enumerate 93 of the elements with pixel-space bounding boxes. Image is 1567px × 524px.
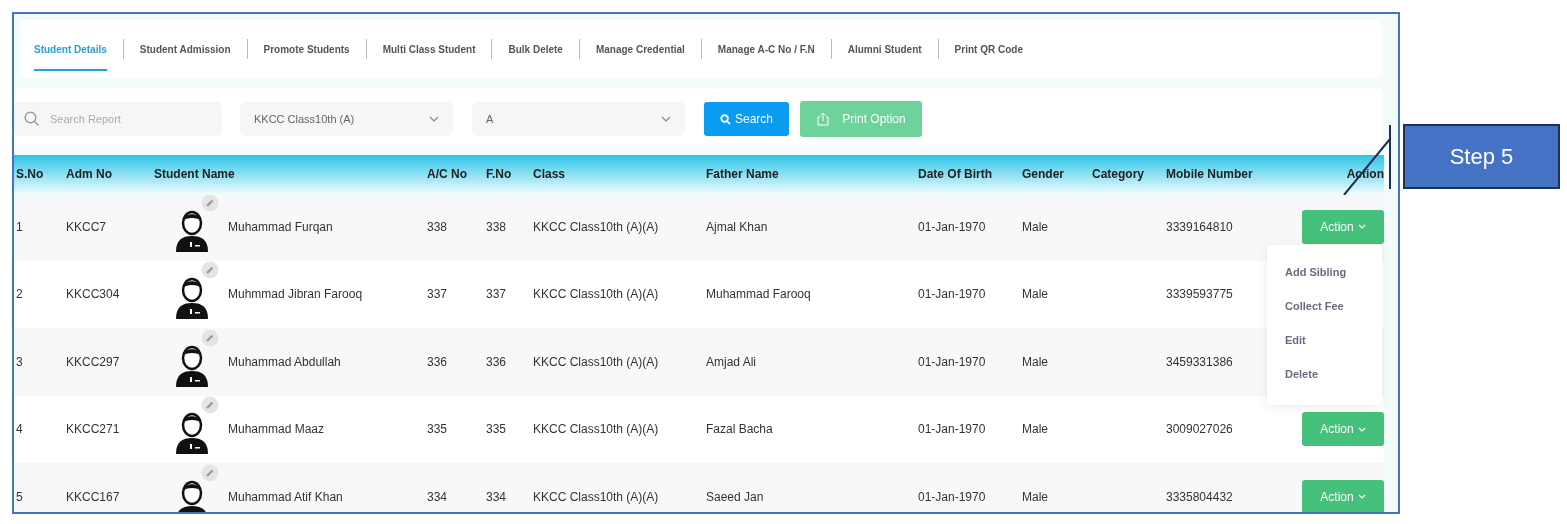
edit-icon[interactable]: [201, 396, 219, 415]
leader-line: [1342, 125, 1394, 195]
column-header: Mobile Number: [1166, 167, 1254, 181]
table-cell-text: Amjad Ali: [706, 354, 758, 369]
table-cell-text: 334: [427, 489, 449, 504]
menu-item[interactable]: Collect Fee: [1267, 289, 1382, 323]
table-cell-text: Muhammad Farooq: [706, 287, 812, 302]
table-cell-text: 3339593775: [1166, 287, 1234, 302]
step-callout: Step 5: [1403, 124, 1560, 189]
table-cell-text: KKCC297: [66, 354, 121, 369]
table-cell-text: 336: [427, 354, 449, 369]
search-icon: [720, 113, 731, 125]
table-cell-text: 01-Jan-1970: [918, 219, 987, 234]
menu-item[interactable]: Delete: [1267, 357, 1382, 391]
table-cell-text: KKCC Class10th (A)(A): [533, 489, 660, 504]
share-icon: [816, 112, 831, 126]
edit-icon[interactable]: [201, 328, 219, 347]
tab[interactable]: Multi Class Student: [382, 27, 476, 71]
table-cell-text: 01-Jan-1970: [918, 422, 987, 437]
table-cell-text: 3339164810: [1166, 219, 1234, 234]
table-cell-text: 3459331386: [1166, 354, 1234, 369]
table-cell-text: 5: [16, 489, 24, 504]
table-cell-text: Male: [1022, 489, 1049, 504]
table-cell-text: Ajmal Khan: [706, 219, 769, 234]
menu-item[interactable]: Edit: [1267, 323, 1382, 357]
table-cell-text: 1: [16, 219, 24, 234]
edit-icon[interactable]: [201, 193, 219, 212]
tab[interactable]: Promote Students: [263, 27, 350, 71]
tab[interactable]: Print QR Code: [954, 27, 1023, 71]
table-cell-text: Male: [1022, 422, 1049, 437]
search-field[interactable]: Search Report: [14, 102, 222, 136]
table-cell-text: KKCC7: [66, 219, 107, 234]
table-cell-text: 01-Jan-1970: [918, 489, 987, 504]
edit-icon[interactable]: [201, 463, 219, 482]
tab[interactable]: Bulk Delete: [508, 27, 563, 71]
table-cell-text: KKCC304: [66, 287, 121, 302]
table-cell-text: KKCC Class10th (A)(A): [533, 354, 660, 369]
chevron-icon: [1357, 224, 1366, 230]
edit-icon[interactable]: [201, 261, 219, 280]
table-cell-text: 01-Jan-1970: [918, 287, 987, 302]
column-header: Adm No: [66, 167, 113, 181]
search-button[interactable]: Search: [704, 102, 789, 136]
table-cell: Muhammad Atif Khan: [228, 489, 343, 504]
table-cell-text: 3335804432: [1166, 489, 1234, 504]
table-cell-text: Male: [1022, 287, 1049, 302]
table-cell-text: 2: [16, 287, 24, 302]
column-header: F.No: [486, 167, 513, 181]
table-cell-text: 337: [486, 287, 508, 302]
table-cell-text: KKCC271: [66, 422, 121, 437]
table-cell-text: 3: [16, 354, 24, 369]
table-cell-text: Male: [1022, 354, 1049, 369]
tab[interactable]: Alumni Student: [847, 27, 922, 71]
table-cell-text: 334: [486, 489, 508, 504]
table-cell-text: KKCC Class10th (A)(A): [533, 287, 660, 302]
column-header: Date Of Birth: [918, 167, 993, 181]
column-header: Student Name: [154, 167, 236, 181]
table-cell-text: Male: [1022, 219, 1049, 234]
chevron-icon: [429, 116, 439, 122]
table-cell: Muhammad Abdullah: [228, 354, 341, 369]
tab[interactable]: Manage A-C No / F.N: [717, 27, 815, 71]
chevron-icon: [1357, 426, 1366, 432]
table-cell-text: 337: [427, 287, 449, 302]
table-cell-text: 3009027026: [1166, 422, 1234, 437]
table-cell-text: 335: [427, 422, 449, 437]
table-cell-text: 4: [16, 422, 24, 437]
column-header: S.No: [16, 167, 45, 181]
table-cell-text: 338: [486, 219, 508, 234]
table-cell: Muhammad Furqan: [228, 219, 333, 234]
search-icon: [24, 111, 40, 127]
table-cell-text: Saeed Jan: [706, 489, 765, 504]
column-header: A/C No: [427, 167, 468, 181]
table-cell-text: KKCC Class10th (A)(A): [533, 219, 660, 234]
class-select[interactable]: KKCC Class10th (A): [240, 102, 453, 136]
column-header: Category: [1092, 167, 1145, 181]
tab[interactable]: Student Details: [34, 27, 107, 71]
column-header: Class: [533, 167, 567, 181]
tab[interactable]: Student Admission: [139, 27, 231, 71]
table-cell-text: 336: [486, 354, 508, 369]
table-cell: Muhmmad Jibran Farooq: [228, 287, 363, 302]
section-select[interactable]: A: [472, 102, 685, 136]
chevron-icon: [661, 116, 671, 122]
table-cell-text: 01-Jan-1970: [918, 354, 987, 369]
table-cell-text: Fazal Bacha: [706, 422, 774, 437]
column-header: Father Name: [706, 167, 780, 181]
chevron-icon: [1357, 494, 1366, 500]
table-cell-text: 338: [427, 219, 449, 234]
table-cell: Muhammad Maaz: [228, 422, 325, 437]
tab[interactable]: Manage Credential: [595, 27, 685, 71]
menu-item[interactable]: Add Sibling: [1267, 255, 1382, 289]
table-cell-text: KKCC Class10th (A)(A): [533, 422, 660, 437]
column-header: Gender: [1022, 167, 1065, 181]
table-cell-text: KKCC167: [66, 489, 121, 504]
table-cell-text: 335: [486, 422, 508, 437]
